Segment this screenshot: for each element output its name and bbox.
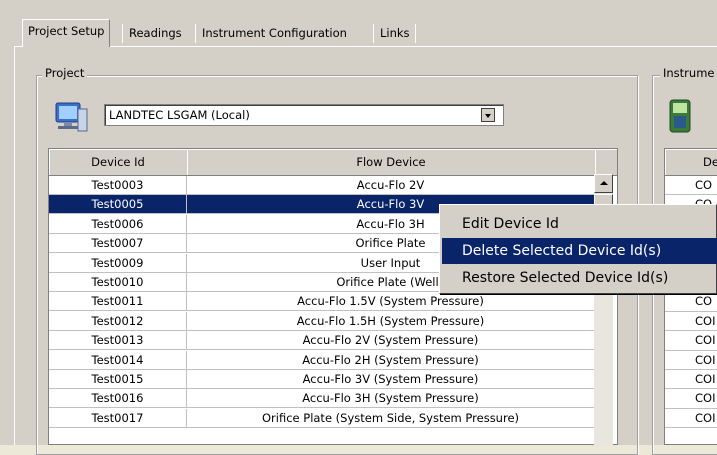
flow-device-cell[interactable]: Accu-Flo 2V — [187, 176, 595, 195]
project-combo-value: LANDTEC LSGAM (Local) — [109, 108, 250, 122]
column-header-filler — [595, 149, 617, 176]
table-row[interactable]: Test0013 Accu-Flo 2V (System Pressure) — [49, 331, 617, 351]
table-row[interactable]: Test0012 Accu-Flo 1.5H (System Pressure) — [49, 311, 617, 331]
tab-separator — [415, 24, 416, 43]
instrument-row[interactable]: COI — [665, 409, 717, 429]
menu-item-delete-selected[interactable]: Delete Selected Device Id(s) — [442, 238, 717, 264]
device-id-cell[interactable]: Test0011 — [49, 292, 187, 312]
column-header-flow-device[interactable]: Flow Device — [187, 149, 596, 176]
handheld-instrument-icon — [668, 99, 692, 133]
tab-links[interactable]: Links — [375, 22, 415, 46]
computer-icon — [50, 99, 90, 135]
table-row[interactable]: Test0014 Accu-Flo 2H (System Pressure) — [49, 350, 617, 370]
device-id-cell[interactable]: Test0012 — [49, 311, 187, 331]
table-row[interactable]: Test0016 Accu-Flo 3H (System Pressure) — [49, 389, 617, 409]
menu-item-edit-device-id[interactable]: Edit Device Id — [442, 211, 717, 237]
tab-project-setup[interactable]: Project Setup — [22, 19, 111, 47]
instrument-grid[interactable]: De COCOCOCOICOICOICOICOICOI — [664, 148, 717, 445]
flow-device-cell[interactable]: Orifice Plate (System Side, System Press… — [187, 408, 595, 428]
chevron-down-icon — [485, 114, 491, 118]
flow-device-cell[interactable]: Accu-Flo 3H (System Pressure) — [187, 389, 595, 409]
tab-instrument-configuration[interactable]: Instrument Configuration — [197, 22, 352, 46]
project-group-label: Project — [42, 66, 88, 80]
instrument-row[interactable]: COI — [665, 331, 717, 351]
combo-dropdown-button[interactable] — [481, 108, 495, 122]
tab-separator — [195, 24, 196, 43]
column-header-device-id[interactable]: Device Id — [49, 149, 188, 176]
flow-device-cell[interactable]: Accu-Flo 3V (System Pressure) — [187, 370, 595, 389]
instrument-row[interactable]: COI — [665, 351, 717, 370]
instrument-row[interactable]: CO — [665, 176, 717, 196]
tab-separator — [122, 24, 123, 43]
device-id-cell[interactable]: Test0013 — [49, 331, 187, 351]
flow-device-cell[interactable]: Accu-Flo 2H (System Pressure) — [187, 350, 595, 370]
chevron-up-icon — [600, 181, 608, 185]
device-id-cell[interactable]: Test0009 — [49, 253, 187, 273]
device-grid[interactable]: Device Id Flow Device Test0003 Accu-Flo 2… — [48, 148, 618, 445]
instrument-row[interactable]: COI — [665, 389, 717, 409]
device-id-cell[interactable]: Test0016 — [49, 389, 187, 409]
device-id-cell[interactable]: Test0014 — [49, 350, 187, 370]
device-id-cell[interactable]: Test0015 — [49, 370, 187, 389]
flow-device-cell[interactable]: Accu-Flo 1.5H (System Pressure) — [187, 311, 595, 331]
device-id-cell[interactable]: Test0006 — [49, 214, 187, 234]
table-row[interactable]: Test0011 Accu-Flo 1.5V (System Pressure) — [49, 292, 617, 312]
device-id-cell[interactable]: Test0005 — [49, 195, 187, 215]
project-combo[interactable]: LANDTEC LSGAM (Local) — [104, 104, 504, 126]
device-id-cell[interactable]: Test0017 — [49, 408, 187, 428]
device-id-cell[interactable]: Test0007 — [49, 234, 187, 254]
table-row[interactable]: Test0003 Accu-Flo 2V — [49, 176, 617, 195]
table-row[interactable]: Test0017 Orifice Plate (System Side, Syst… — [49, 408, 617, 428]
scroll-up-button[interactable] — [594, 174, 613, 193]
tab-readings[interactable]: Readings — [124, 22, 187, 46]
context-menu: Edit Device Id Delete Selected Device Id(… — [439, 204, 717, 294]
instrument-row[interactable]: COI — [665, 312, 717, 332]
table-row[interactable]: Test0015 Accu-Flo 3V (System Pressure) — [49, 370, 617, 389]
device-id-cell[interactable]: Test0003 — [49, 176, 187, 195]
menu-item-restore-selected[interactable]: Restore Selected Device Id(s) — [442, 265, 717, 291]
flow-device-cell[interactable]: Accu-Flo 2V (System Pressure) — [187, 331, 595, 351]
instrument-column-header[interactable]: De — [665, 149, 717, 176]
flow-device-cell[interactable]: Accu-Flo 1.5V (System Pressure) — [187, 292, 595, 312]
instrument-row[interactable]: COI — [665, 370, 717, 390]
instrument-group-label: Instrume — [660, 66, 717, 80]
tab-separator — [373, 24, 374, 43]
device-id-cell[interactable]: Test0010 — [49, 273, 187, 292]
instrument-row[interactable]: CO — [665, 292, 717, 312]
